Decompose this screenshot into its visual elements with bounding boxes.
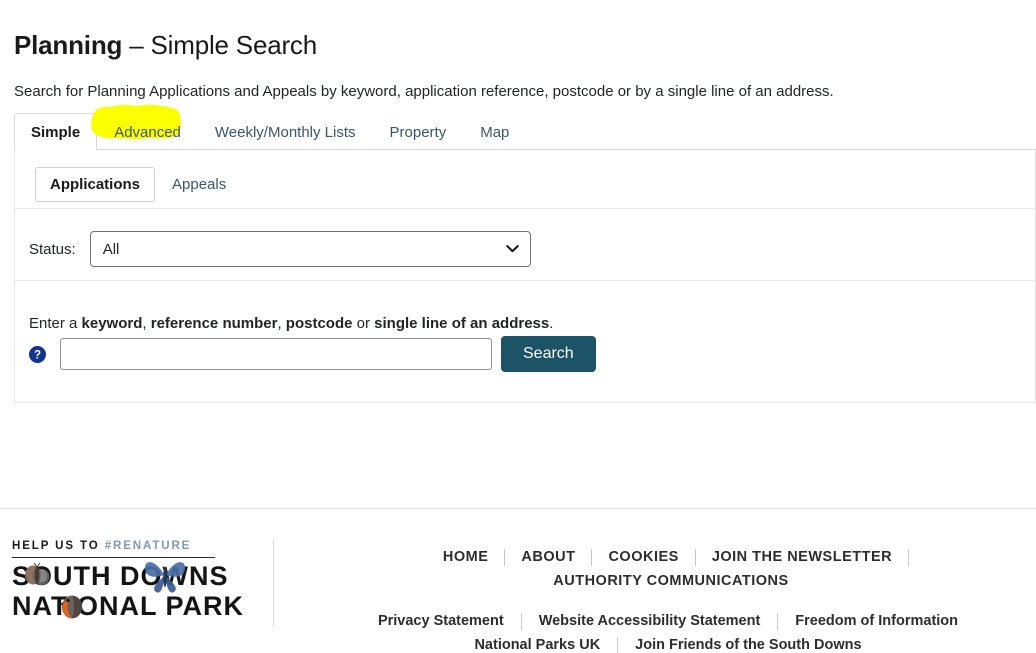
search-hint-prefix: Enter a	[29, 315, 82, 332]
page-root: Planning – Simple Search Search for Plan…	[0, 0, 1036, 653]
tab-advanced-label: Advanced	[114, 124, 181, 141]
footer-secondary-row-2: National Parks UK Join Friends of the So…	[300, 633, 1036, 653]
subtab-applications[interactable]: Applications	[35, 167, 156, 202]
logo-rule	[12, 557, 215, 558]
search-hint-address: single line of an address	[374, 315, 550, 332]
footer-link-privacy-statement[interactable]: Privacy Statement	[361, 609, 521, 633]
logo-wordmark: SOUTH DOWNS NATIONAL PARK	[12, 557, 244, 621]
logo-tagline-accent: #RENATURE	[104, 540, 192, 552]
subtab-applications-label: Applications	[50, 176, 141, 193]
status-select-value: All	[102, 240, 120, 258]
footer-separator	[908, 548, 910, 566]
south-downs-logo[interactable]: HELP US TO #RENATURE SOUTH DOWNS NATIONA…	[12, 539, 274, 627]
footer-link-authority-line1: AUTHORITY	[553, 573, 643, 589]
svg-text:?: ?	[34, 349, 41, 361]
tab-map[interactable]: Map	[463, 113, 526, 151]
tab-property-label: Property	[389, 124, 447, 141]
tab-advanced[interactable]: Advanced	[91, 104, 198, 151]
footer-link-authority-communications[interactable]: AUTHORITY COMMUNICATIONS	[537, 569, 804, 593]
status-field-row: Status: All	[29, 231, 531, 267]
footer-link-national-parks-uk[interactable]: National Parks UK	[457, 633, 617, 653]
status-label: Status:	[29, 240, 76, 258]
search-input[interactable]	[60, 338, 492, 370]
page-title-strong: Planning	[14, 30, 123, 61]
search-hint-keyword: keyword	[81, 315, 143, 332]
tab-simple[interactable]: Simple	[14, 113, 98, 151]
sub-tab-group: Applications Appeals	[35, 167, 241, 202]
subtab-appeals[interactable]: Appeals	[157, 167, 241, 202]
page-title: Planning – Simple Search	[14, 30, 317, 61]
logo-wordmark-line1: SOUTH DOWNS	[12, 561, 229, 591]
footer-navigation: HOME ABOUT COOKIES JOIN THE NEWSLETTER A…	[300, 545, 1036, 653]
site-footer: HELP US TO #RENATURE SOUTH DOWNS NATIONA…	[0, 508, 1036, 653]
footer-link-freedom-of-information[interactable]: Freedom of Information	[778, 609, 975, 633]
logo-tagline-lead: HELP US TO	[12, 540, 105, 552]
search-hint-sep2: ,	[277, 315, 286, 332]
page-title-light: Simple Search	[150, 30, 318, 61]
subtab-appeals-label: Appeals	[172, 176, 227, 193]
tab-property[interactable]: Property	[373, 113, 464, 151]
footer-link-home[interactable]: HOME	[427, 545, 505, 569]
search-hint-postcode: postcode	[285, 315, 353, 332]
footer-link-cookies[interactable]: COOKIES	[592, 545, 694, 569]
footer-link-join-the-newsletter[interactable]: JOIN THE NEWSLETTER	[696, 545, 908, 569]
help-circle-icon[interactable]: ?	[29, 345, 46, 363]
search-hint-sep1: ,	[142, 315, 151, 332]
search-hint-or: or	[352, 315, 375, 332]
search-hint-end: .	[549, 315, 554, 332]
tab-weekly-monthly-lists-label: Weekly/Monthly Lists	[214, 124, 356, 141]
search-hint-reference: reference number	[150, 315, 278, 332]
footer-primary-row: HOME ABOUT COOKIES JOIN THE NEWSLETTER A…	[300, 545, 1036, 593]
panel-divider-top	[15, 208, 1035, 209]
logo-tagline: HELP US TO #RENATURE	[12, 539, 223, 553]
footer-link-authority-line2: COMMUNICATIONS	[646, 573, 789, 589]
tab-map-label: Map	[480, 124, 510, 141]
search-panel: Applications Appeals Status: All Enter a…	[14, 150, 1036, 403]
chevron-down-icon	[505, 245, 519, 253]
status-select[interactable]: All	[89, 231, 531, 267]
primary-tab-bar: Simple Advanced Weekly/Monthly Lists Pro…	[14, 104, 1036, 151]
search-row: ? Search	[29, 336, 596, 372]
page-intro: Search for Planning Applications and App…	[14, 83, 834, 100]
search-hint: Enter a keyword, reference number, postc…	[29, 313, 553, 334]
tab-weekly-monthly-lists[interactable]: Weekly/Monthly Lists	[198, 113, 373, 151]
page-title-dash: –	[129, 30, 144, 61]
footer-link-join-friends-of-the-south-downs[interactable]: Join Friends of the South Downs	[618, 633, 878, 653]
footer-link-website-accessibility-statement[interactable]: Website Accessibility Statement	[522, 609, 778, 633]
footer-link-about[interactable]: ABOUT	[505, 545, 591, 569]
tab-simple-label: Simple	[31, 124, 81, 141]
search-button[interactable]: Search	[501, 336, 596, 372]
logo-wordmark-line2: NATIONAL PARK	[12, 591, 244, 621]
panel-divider-bottom	[15, 280, 1035, 281]
footer-secondary-row-1: Privacy Statement Website Accessibility …	[300, 609, 1036, 633]
